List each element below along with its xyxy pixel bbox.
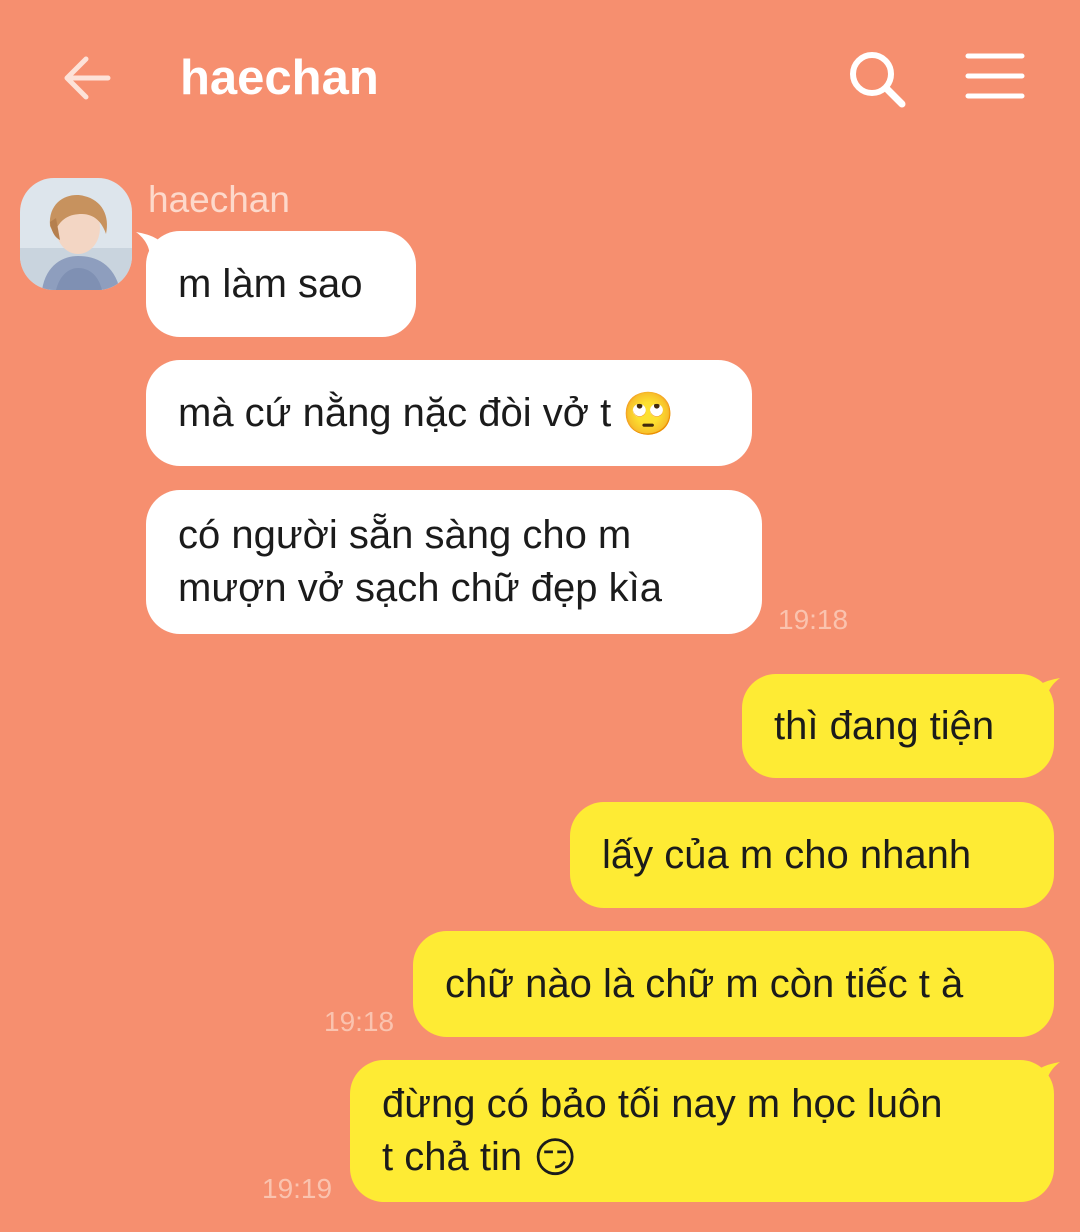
avatar-photo <box>20 178 132 290</box>
menu-button[interactable] <box>962 50 1028 102</box>
outgoing-message[interactable]: đừng có bảo tối nay m học luôn t chả tin… <box>350 1060 1054 1202</box>
eye-roll-emoji: 🙄 <box>622 389 675 438</box>
outgoing-message[interactable]: lấy của m cho nhanh <box>570 802 1054 908</box>
message-text: mà cứ nằng nặc đòi vở t <box>178 391 612 435</box>
message-text: thì đang tiện <box>774 704 995 748</box>
chat-header: haechan <box>0 0 1080 150</box>
avatar[interactable] <box>20 178 132 290</box>
search-icon <box>850 52 906 108</box>
message-text: đừng có bảo tối nay m học luôn <box>382 1082 943 1126</box>
incoming-message[interactable]: có người sẵn sàng cho m mượn vở sạch chữ… <box>146 490 762 634</box>
message-text: có người sẵn sàng cho m <box>178 513 632 557</box>
back-button[interactable] <box>56 46 120 110</box>
outgoing-message[interactable]: thì đang tiện <box>742 674 1054 778</box>
search-button[interactable] <box>842 44 912 114</box>
message-text: chữ nào là chữ m còn tiếc t à <box>445 962 964 1006</box>
message-text: lấy của m cho nhanh <box>602 833 972 877</box>
chat-title: haechan <box>180 51 379 105</box>
incoming-message[interactable]: mà cứ nằng nặc đòi vở t 🙄 <box>146 360 752 466</box>
incoming-message[interactable]: m làm sao <box>146 231 416 337</box>
message-text-line: mà cứ nằng nặc đòi vở t 🙄 <box>178 387 720 440</box>
sender-name: haechan <box>148 179 290 220</box>
message-text-line: t chả tin 😏 <box>382 1131 1022 1184</box>
smirk-emoji: 😏 <box>533 1133 577 1182</box>
hamburger-menu-icon <box>965 53 1025 99</box>
message-text: m làm sao <box>178 262 363 306</box>
message-timestamp: 19:18 <box>324 1006 395 1037</box>
outgoing-message[interactable]: chữ nào là chữ m còn tiếc t à <box>413 931 1054 1037</box>
message-timestamp: 19:19 <box>262 1173 333 1204</box>
message-text: mượn vở sạch chữ đẹp kìa <box>178 566 662 610</box>
message-timestamp: 19:18 <box>778 604 849 635</box>
arrow-left-icon <box>64 56 111 100</box>
message-text: t chả tin <box>382 1135 523 1179</box>
